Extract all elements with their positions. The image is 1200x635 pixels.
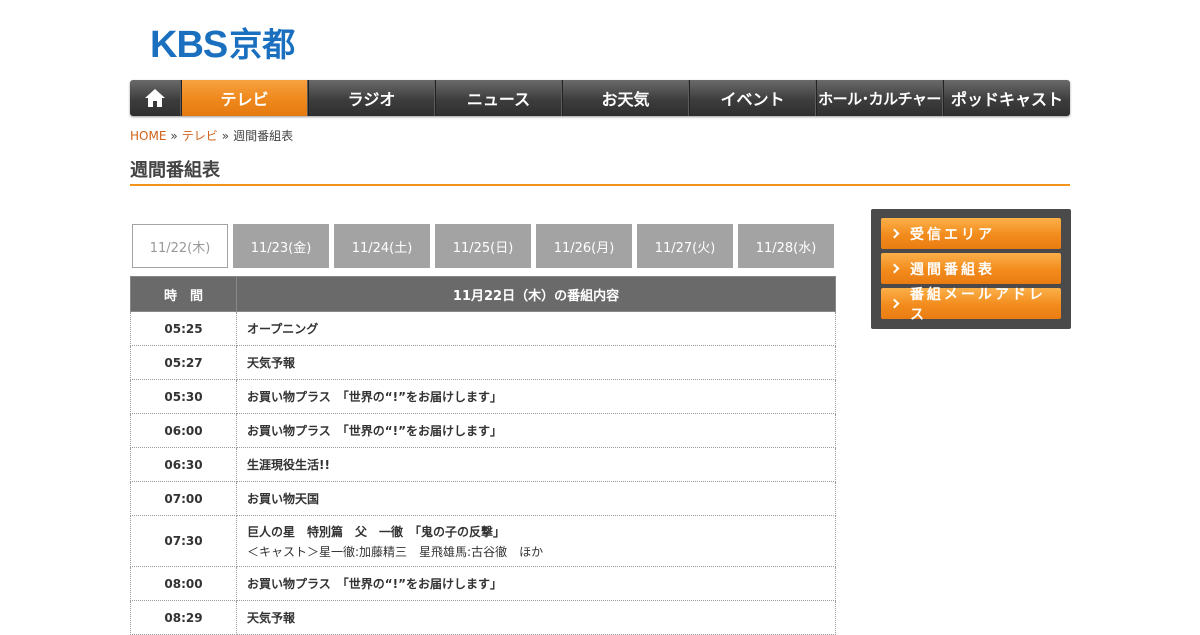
program-time: 06:00 xyxy=(130,413,237,448)
breadcrumb-current: 週間番組表 xyxy=(233,129,294,143)
logo-latin: KBS xyxy=(150,24,228,66)
breadcrumb-separator: » xyxy=(221,129,230,143)
table-row: 08:00 お買い物プラス 「世界の“!”をお届けします」 xyxy=(130,566,836,601)
program-email-button[interactable]: 番組メールアドレス xyxy=(881,287,1061,323)
table-row: 07:30 巨人の星 特別篇 父 一徹 「鬼の子の反撃」 ＜キャスト＞星一徹:加… xyxy=(130,515,836,567)
header-time: 時 間 xyxy=(130,276,237,312)
table-row: 08:29 天気予報 xyxy=(130,600,836,635)
breadcrumb-home-link[interactable]: HOME xyxy=(130,129,166,143)
nav-item-radio[interactable]: ラジオ xyxy=(308,80,435,116)
nav-item-weather[interactable]: お天気 xyxy=(562,80,689,116)
program-title: お買い物プラス 「世界の“!”をお届けします」 xyxy=(236,566,836,601)
nav-home-button[interactable] xyxy=(130,80,181,116)
sidebar-button-label: 番組メールアドレス xyxy=(909,286,1046,323)
nav-item-news[interactable]: ニュース xyxy=(435,80,562,116)
global-nav: テレビ ラジオ ニュース お天気 イベント ホール･カルチャー ポッドキャスト xyxy=(130,80,1070,116)
date-tab-1127[interactable]: 11/27(火) xyxy=(637,224,733,268)
program-time: 08:00 xyxy=(130,566,237,601)
program-title: お買い物天国 xyxy=(236,481,836,516)
sidebar-menu: 受信エリア 週間番組表 番組メールアドレス xyxy=(871,209,1071,329)
sidebar-button-label: 週間番組表 xyxy=(910,261,995,278)
date-tab-1128[interactable]: 11/28(水) xyxy=(738,224,834,268)
chevron-right-icon xyxy=(889,298,900,309)
program-title: お買い物プラス 「世界の“!”をお届けします」 xyxy=(236,413,836,448)
page-title: 週間番組表 xyxy=(130,156,1070,186)
program-title: 天気予報 xyxy=(236,600,836,635)
kbs-kyoto-logo[interactable]: KBS 京都 xyxy=(150,24,296,66)
program-title: お買い物プラス 「世界の“!”をお届けします」 xyxy=(236,379,836,414)
program-time: 06:30 xyxy=(130,447,237,482)
breadcrumb: HOME» テレビ» 週間番組表 xyxy=(130,127,293,144)
program-title: 巨人の星 特別篇 父 一徹 「鬼の子の反撃」 xyxy=(247,524,506,539)
breadcrumb-tv-link[interactable]: テレビ xyxy=(182,129,218,143)
home-icon xyxy=(145,89,165,107)
program-title: 天気予報 xyxy=(236,345,836,380)
sidebar-button-label: 受信エリア xyxy=(910,226,995,243)
logo-kanji: 京都 xyxy=(229,25,296,64)
breadcrumb-separator: » xyxy=(170,129,178,143)
table-row: 05:25 オープニング xyxy=(130,311,836,346)
date-tab-1124[interactable]: 11/24(土) xyxy=(334,224,430,268)
table-row: 06:00 お買い物プラス 「世界の“!”をお届けします」 xyxy=(130,413,836,448)
nav-item-tv[interactable]: テレビ xyxy=(181,80,308,116)
chevron-right-icon xyxy=(889,228,900,239)
program-title: オープニング xyxy=(236,311,836,346)
reception-area-button[interactable]: 受信エリア xyxy=(881,218,1061,249)
schedule-header-row: 時 間 11月22日（木）の番組内容 xyxy=(130,276,836,312)
weekly-schedule-button[interactable]: 週間番組表 xyxy=(881,253,1061,284)
program-time: 08:29 xyxy=(130,600,237,635)
program-time: 05:27 xyxy=(130,345,237,380)
program-time: 05:30 xyxy=(130,379,237,414)
date-tab-1123[interactable]: 11/23(金) xyxy=(233,224,329,268)
date-tab-1122[interactable]: 11/22(木) xyxy=(132,224,228,268)
program-cell: 巨人の星 特別篇 父 一徹 「鬼の子の反撃」 ＜キャスト＞星一徹:加藤精三 星飛… xyxy=(236,515,836,567)
program-title: 生涯現役生活!! xyxy=(236,447,836,482)
date-tabs: 11/22(木) 11/23(金) 11/24(土) 11/25(日) 11/2… xyxy=(131,224,839,268)
table-row: 05:30 お買い物プラス 「世界の“!”をお届けします」 xyxy=(130,379,836,414)
chevron-right-icon xyxy=(889,263,900,274)
header-program: 11月22日（木）の番組内容 xyxy=(236,276,836,312)
program-time: 07:00 xyxy=(130,481,237,516)
program-time: 07:30 xyxy=(130,515,237,567)
nav-item-hall-culture[interactable]: ホール･カルチャー xyxy=(816,80,943,116)
nav-item-podcast[interactable]: ポッドキャスト xyxy=(943,80,1070,116)
program-cast: ＜キャスト＞星一徹:加藤精三 星飛雄馬:古谷徹 ほか xyxy=(247,544,544,559)
table-row: 07:00 お買い物天国 xyxy=(130,481,836,516)
date-tab-1126[interactable]: 11/26(月) xyxy=(536,224,632,268)
schedule-table: 時 間 11月22日（木）の番組内容 05:25 オープニング 05:27 天気… xyxy=(130,276,836,635)
program-time: 05:25 xyxy=(130,311,237,346)
date-tab-1125[interactable]: 11/25(日) xyxy=(435,224,531,268)
table-row: 05:27 天気予報 xyxy=(130,345,836,380)
nav-item-event[interactable]: イベント xyxy=(689,80,816,116)
table-row: 06:30 生涯現役生活!! xyxy=(130,447,836,482)
